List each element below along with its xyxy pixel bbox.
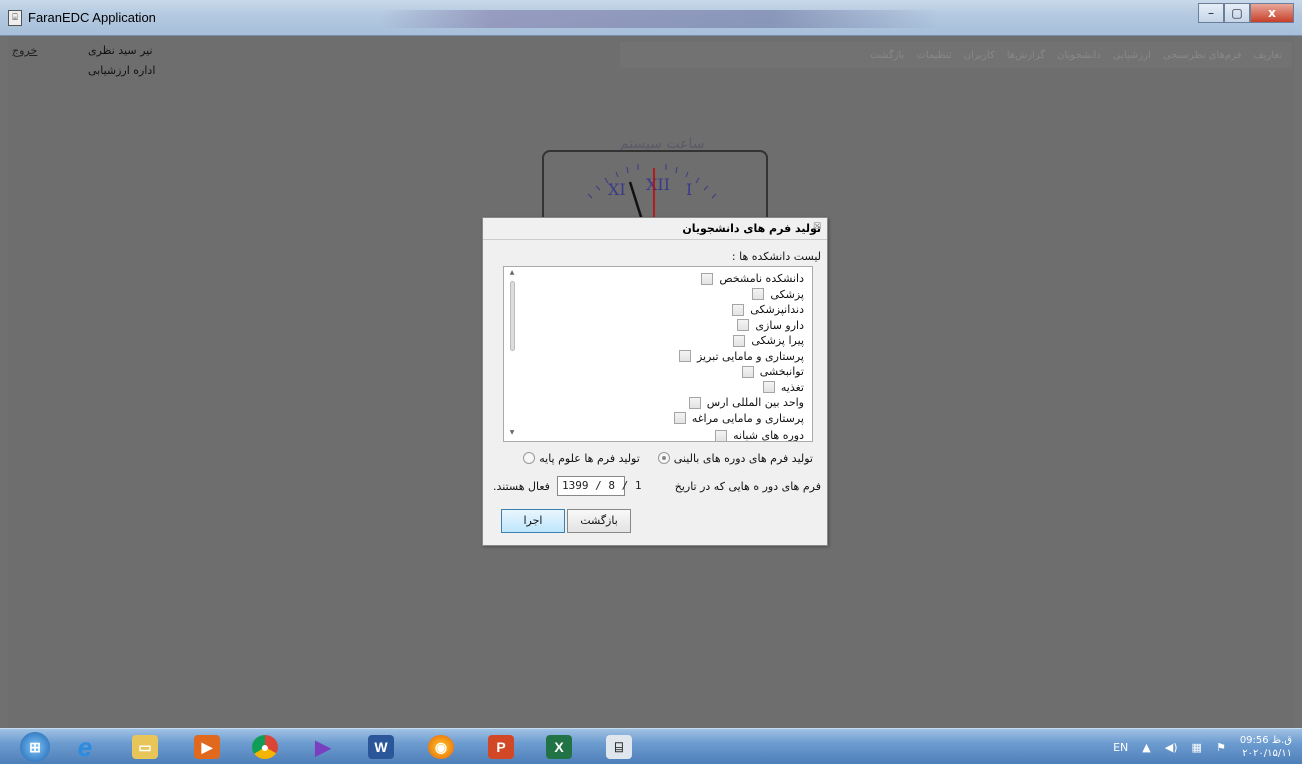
faculty-item[interactable]: پزشکی	[752, 287, 804, 302]
faculty-checkbox[interactable]	[732, 303, 745, 316]
menu-item[interactable]: فرم‌های نظرسنجی	[1163, 50, 1242, 61]
faculty-checkbox[interactable]	[678, 350, 691, 362]
faculty-item[interactable]: پرستاری و مامایی مراغه	[673, 411, 804, 426]
taskbar-app-powerpoint[interactable]: P	[480, 732, 522, 762]
faculty-checkbox[interactable]	[688, 396, 701, 409]
start-button[interactable]: ⊞	[14, 732, 56, 762]
taskbar-app-chrome[interactable]: ●	[244, 732, 286, 762]
app-icon: ⌸	[8, 10, 22, 26]
generate-forms-dialog: ☒ تولید فرم های دانشجویان لیست دانشکده ه…	[482, 217, 828, 546]
faranedc-app-icon: ⌸	[606, 735, 632, 759]
word-icon: W	[368, 735, 394, 759]
svg-text:XII: XII	[646, 175, 670, 194]
volume-icon[interactable]: ◀)	[1165, 741, 1178, 754]
svg-text:I: I	[686, 180, 692, 199]
internet-explorer-icon: e	[77, 731, 93, 762]
menu-item[interactable]: گزارش‌ها	[1007, 50, 1045, 61]
menu-item[interactable]: دانشجویان	[1057, 50, 1101, 61]
firefox-icon: ◉	[428, 735, 454, 759]
taskbar-app-media[interactable]: ▶	[186, 732, 228, 762]
tray-date: ۲۰۲۰/۱۵/۱۱	[1242, 748, 1292, 759]
menu-item[interactable]: کاربران	[964, 50, 995, 61]
action-center-icon[interactable]: ⚑	[1216, 741, 1226, 754]
faculty-item[interactable]: دارو سازی	[737, 318, 804, 333]
dialog-titlebar: ☒ تولید فرم های دانشجویان	[483, 218, 827, 240]
media-player-icon: ▶	[194, 735, 220, 759]
dialog-title: تولید فرم های دانشجویان	[682, 222, 821, 235]
titlebar-glow	[380, 10, 940, 28]
main-menubar: تعاریف فرم‌های نظرسنجی ارزشیابی دانشجویا…	[620, 42, 1292, 68]
excel-icon: X	[546, 735, 572, 759]
taskbar-app-firefox[interactable]: ◉	[420, 732, 462, 762]
language-indicator[interactable]: EN	[1113, 741, 1128, 754]
faculty-item[interactable]: توانبخشی	[741, 364, 804, 379]
menu-item[interactable]: بازگشت	[870, 50, 904, 61]
tray-clock[interactable]: 09:56 ق.ظ ۲۰۲۰/۱۵/۱۱	[1240, 734, 1292, 760]
powerpoint-icon: P	[488, 735, 514, 759]
scroll-up-icon[interactable]: ▲	[506, 269, 518, 279]
date-suffix-label: فعال هستند.	[493, 480, 550, 493]
taskbar-app-explorer[interactable]: ▭	[124, 732, 166, 762]
taskbar-app-vs[interactable]: ▶	[302, 732, 344, 762]
radio-button-selected[interactable]	[657, 452, 670, 464]
radio-button[interactable]	[523, 452, 536, 464]
faculty-item[interactable]: دوره های شبانه	[715, 428, 804, 441]
tray-time: 09:56 ق.ظ	[1239, 735, 1292, 746]
dialog-buttons: اجرا بازگشت	[501, 509, 631, 533]
faculty-item[interactable]: دانشکده نامشخص	[701, 271, 804, 286]
faculty-checkbox[interactable]	[733, 334, 746, 347]
maximize-button[interactable]: ▢	[1224, 3, 1250, 23]
run-button[interactable]: اجرا	[501, 509, 565, 533]
scroll-thumb[interactable]	[509, 281, 515, 351]
radio-clinical[interactable]: تولید فرم های دوره های بالینی	[657, 452, 813, 465]
window-controls: – ▢ x	[1198, 3, 1294, 23]
window-title: FaranEDC Application	[28, 10, 156, 25]
faculty-checkbox[interactable]	[701, 272, 714, 285]
faculty-item[interactable]: پرستاری و مامایی تبریز	[678, 349, 804, 364]
system-tray: EN ▲ ◀) ▦ ⚑ 09:56 ق.ظ ۲۰۲۰/۱۵/۱۱	[1113, 735, 1292, 759]
taskbar-app-excel[interactable]: X	[538, 732, 580, 762]
faculty-item[interactable]: واحد بین المللی ارس	[688, 395, 804, 410]
user-name: نیر سید نظری	[88, 44, 153, 57]
faculty-list: ▲ ▼ دانشکده نامشخص پزشکی دندانپزشکی دارو…	[503, 266, 813, 442]
menu-item[interactable]: تنظیمات	[916, 50, 951, 61]
menu-item[interactable]: ارزشیابی	[1113, 50, 1151, 61]
radio-basic-sciences[interactable]: تولید فرم ها علوم پایه	[523, 452, 640, 465]
close-window-button[interactable]: x	[1250, 3, 1294, 23]
analog-clock-icon: XI XII I	[587, 164, 717, 220]
folder-icon: ▭	[132, 735, 158, 759]
windows-start-icon: ⊞	[20, 732, 50, 762]
taskbar: ⊞ e ▭ ▶ ● ▶ W ◉ P X ⌸ EN ▲ ◀) ▦ ⚑ 09:56 …	[0, 728, 1302, 764]
faculty-checkbox[interactable]	[737, 319, 750, 331]
taskbar-app-word[interactable]: W	[360, 732, 402, 762]
faculty-checkbox[interactable]	[762, 381, 775, 393]
faculty-checkbox[interactable]	[752, 288, 765, 300]
faculty-item[interactable]: پیرا پزشکی	[733, 333, 804, 348]
visual-studio-icon: ▶	[315, 736, 331, 759]
user-department: اداره ارزشیابی	[88, 64, 156, 77]
date-row: فرم های دور ه هایی که در تاریخ 1399 / 8 …	[493, 476, 821, 500]
taskbar-app-faranedc[interactable]: ⌸	[598, 732, 640, 762]
faculty-list-label: لیست دانشکده ها :	[731, 250, 821, 263]
date-prefix-label: فرم های دور ه هایی که در تاریخ	[674, 480, 821, 493]
minimize-button[interactable]: –	[1198, 3, 1224, 23]
back-button[interactable]: بازگشت	[567, 509, 631, 533]
faculty-checkbox[interactable]	[673, 412, 686, 424]
window-titlebar: ⌸ FaranEDC Application – ▢ x	[0, 0, 1302, 36]
scroll-down-icon[interactable]: ▼	[506, 429, 518, 439]
logout-link[interactable]: خروج	[12, 44, 37, 57]
faculty-item[interactable]: تغذیه	[762, 380, 804, 395]
list-scrollbar[interactable]: ▲ ▼	[506, 269, 518, 439]
date-input[interactable]: 1399 / 8 / 1	[557, 476, 641, 496]
svg-text:XI: XI	[608, 180, 626, 199]
network-icon[interactable]: ▦	[1192, 741, 1202, 754]
faculty-checkbox[interactable]	[715, 429, 728, 441]
show-hidden-icons-icon[interactable]: ▲	[1142, 741, 1150, 754]
taskbar-app-ie[interactable]: e	[64, 732, 106, 762]
menu-item[interactable]: تعاریف	[1253, 50, 1282, 61]
form-type-radio-group: تولید فرم ها علوم پایه تولید فرم های دور…	[523, 450, 813, 466]
faculty-item[interactable]: دندانپزشکی	[732, 302, 804, 317]
faculty-checkbox[interactable]	[741, 365, 754, 378]
chrome-icon: ●	[252, 735, 278, 759]
